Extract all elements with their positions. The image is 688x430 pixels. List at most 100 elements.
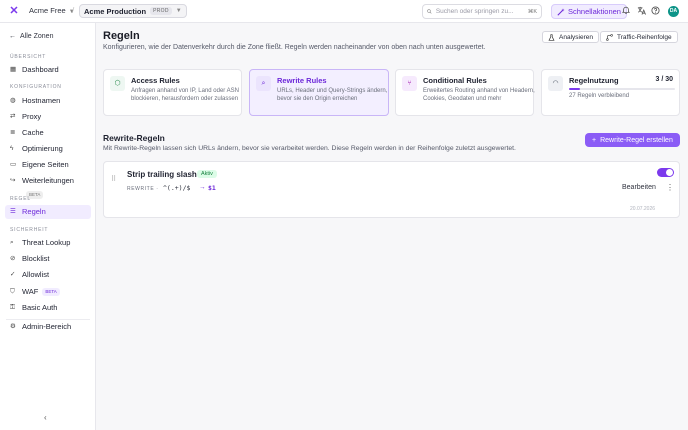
section-label-rules: REGEL — [10, 196, 31, 202]
plus-icon: + — [592, 136, 597, 144]
card-title: Rewrite Rules — [277, 76, 327, 85]
bolt-icon: ϟ — [10, 145, 14, 152]
sidebar-item-label: Weiterleitungen — [22, 176, 74, 185]
sidebar-item-rules[interactable]: ☰ Regeln — [5, 205, 91, 219]
usage-count: 3 / 30 — [655, 76, 673, 83]
card-description: Anfragen anhand von IP, Land oder ASN bl… — [131, 88, 239, 103]
usage-progress-fill — [569, 88, 580, 90]
sidebar-item-basic-auth[interactable]: ⚿ Basic Auth — [5, 301, 91, 315]
card-title: Regelnutzung — [569, 76, 619, 85]
list-icon: ☰ — [10, 208, 16, 215]
sidebar: ← Alle Zonen ÜBERSICHT ▦ Dashboard KONFIG… — [0, 23, 96, 430]
sidebar-item-cache[interactable]: ≣ Cache — [5, 126, 91, 140]
zone-switcher[interactable]: Acme Production PROD ▼ — [79, 4, 187, 18]
zone-env-badge: PROD — [150, 7, 172, 15]
file-icon: ▭ — [10, 161, 17, 168]
search-icon — [427, 9, 432, 14]
sidebar-item-custom-pages[interactable]: ▭ Eigene Seiten — [5, 158, 91, 172]
edit-rule-button[interactable]: Bearbeiten — [622, 184, 656, 191]
usage-progress-bar — [569, 88, 675, 90]
sidebar-item-proxy[interactable]: ⇄ Proxy — [5, 110, 91, 124]
search-input[interactable] — [435, 8, 524, 15]
sidebar-item-waf[interactable]: ⛉ WAF BETA — [5, 285, 91, 299]
check-circle-icon: ✓ — [10, 271, 16, 278]
sidebar-item-hostnames[interactable]: ◍ Hostnamen — [5, 94, 91, 108]
proxy-icon: ⇄ — [10, 113, 16, 120]
zone-name: Acme Production — [84, 6, 147, 16]
section-label-overview: ÜBERSICHT — [10, 54, 47, 60]
gauge-icon: ◠ — [548, 76, 563, 91]
sidebar-item-label: WAF — [22, 287, 39, 296]
traffic-order-button[interactable]: Traffic-Reihenfolge — [600, 31, 678, 43]
sidebar-item-threat-lookup[interactable]: ⌕ Threat Lookup — [5, 236, 91, 250]
rule-enabled-toggle[interactable] — [657, 168, 674, 177]
section-label-config: KONFIGURATION — [10, 84, 62, 90]
search-shortcut: ⌘K — [527, 8, 537, 15]
bell-icon[interactable] — [621, 6, 631, 16]
breadcrumb-separator: / — [72, 6, 75, 15]
sidebar-item-redirects[interactable]: ↪ WeiterleitungenBETA — [5, 174, 91, 199]
back-to-zones-link[interactable]: ← Alle Zonen — [9, 33, 53, 40]
card-title: Conditional Rules — [423, 76, 487, 85]
card-title: Access Rules — [131, 76, 180, 85]
back-label: Alle Zonen — [20, 33, 54, 40]
quick-actions-label: Schnellaktionen — [568, 7, 621, 16]
sidebar-item-label: Eigene Seiten — [22, 160, 69, 169]
avatar[interactable]: DA — [668, 6, 679, 17]
sidebar-item-label: Threat Lookup — [22, 238, 71, 247]
toggle-knob — [666, 169, 673, 176]
rule-name: Strip trailing slash — [127, 170, 197, 179]
database-icon: ≣ — [10, 129, 16, 136]
globe-icon: ◍ — [10, 97, 16, 104]
card-description: Erweitertes Routing anhand von Headern, … — [423, 88, 535, 103]
sidebar-item-label: Allowlist — [22, 270, 50, 279]
ban-icon: ⊘ — [10, 255, 16, 262]
rewrite-rules-card[interactable]: ⌕ Rewrite Rules URLs, Header und Query-S… — [249, 69, 389, 116]
page-title: Regeln — [103, 30, 140, 42]
shield-icon: ⛉ — [10, 288, 15, 295]
sidebar-item-dashboard[interactable]: ▦ Dashboard — [5, 63, 91, 77]
org-name: Acme Free — [29, 6, 66, 15]
create-rewrite-rule-button[interactable]: + Rewrite-Regel erstellen — [585, 133, 680, 147]
chevron-down-icon: ▼ — [175, 8, 182, 14]
redirect-icon: ↪ — [10, 177, 16, 184]
search-box[interactable]: ⌘K — [422, 4, 542, 19]
section-subtitle: Mit Rewrite-Regeln lassen sich URLs ände… — [103, 145, 516, 152]
sidebar-item-admin[interactable]: ⚙ Admin-Bereich — [5, 320, 91, 334]
branch-icon: ⑂ — [402, 76, 417, 91]
sidebar-item-label: Admin-Bereich — [22, 322, 72, 331]
arrow-left-icon: ← — [9, 33, 16, 40]
collapse-sidebar-icon[interactable]: ‹ — [44, 413, 47, 422]
create-label: Rewrite-Regel erstellen — [600, 136, 673, 144]
arrow-right-icon: → — [199, 184, 206, 191]
sidebar-item-optimization[interactable]: ϟ Optimierung — [5, 142, 91, 156]
analyze-button[interactable]: Analysieren — [542, 31, 599, 43]
sidebar-item-label: Cache — [22, 128, 44, 137]
sidebar-item-blocklist[interactable]: ⊘ Blocklist — [5, 252, 91, 266]
gear-icon: ⚙ — [10, 323, 16, 330]
conditional-rules-card[interactable]: ⑂ Conditional Rules Erweitertes Routing … — [395, 69, 535, 116]
app-logo-icon[interactable]: ✕ — [8, 5, 20, 17]
quick-actions-button[interactable]: Schnellaktionen — [551, 4, 627, 19]
rule-type-separator: · — [156, 186, 159, 192]
sidebar-item-label: Basic Auth — [22, 303, 58, 312]
flask-icon — [548, 33, 555, 41]
rewrite-rule-row: ⠿ Strip trailing slash Aktiv REWRITE · ^… — [103, 161, 680, 218]
lock-icon: ⚿ — [10, 304, 15, 311]
org-switcher[interactable]: Acme Free ▼ — [29, 6, 75, 15]
rewrite-search-icon: ⌕ — [256, 76, 271, 91]
main-content: Regeln Konfigurieren, wie der Datenverke… — [96, 23, 688, 430]
access-rules-card[interactable]: ⬡ Access Rules Anfragen anhand von IP, L… — [103, 69, 242, 116]
sidebar-item-label: Proxy — [22, 112, 42, 121]
help-icon[interactable] — [650, 6, 660, 16]
status-badge: Aktiv — [197, 170, 217, 178]
analyze-label: Analysieren — [559, 33, 593, 41]
more-options-icon[interactable]: ⋮ — [666, 183, 674, 192]
translate-icon[interactable] — [636, 6, 646, 16]
drag-handle-icon[interactable]: ⠿ — [111, 175, 116, 183]
sidebar-item-label: Regeln — [22, 207, 46, 216]
wand-icon — [557, 7, 565, 16]
card-description: URLs, Header und Query-Strings ändern, b… — [277, 88, 388, 103]
traffic-order-label: Traffic-Reihenfolge — [617, 33, 672, 41]
sidebar-item-allowlist[interactable]: ✓ Allowlist — [5, 268, 91, 282]
